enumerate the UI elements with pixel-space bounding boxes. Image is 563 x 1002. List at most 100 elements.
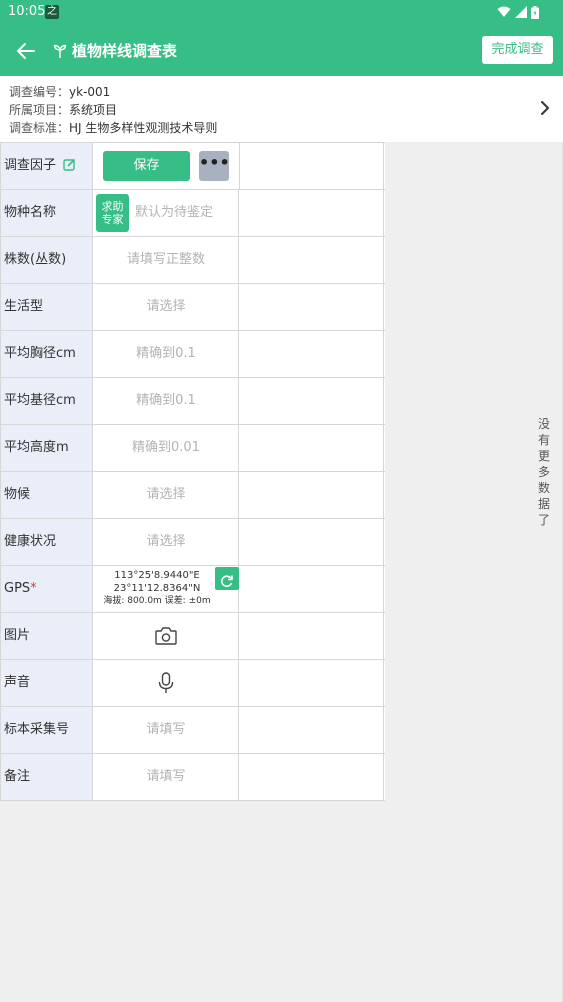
row-label: 标本采集号 [1, 707, 93, 753]
empty-cell [239, 613, 384, 659]
more-button[interactable]: ••• [199, 151, 230, 181]
project-label: 所属项目： [9, 103, 70, 117]
signal-icon [515, 6, 527, 18]
page-title: 植物样线调查表 [72, 42, 178, 60]
finish-survey-button[interactable]: 完成调查 [482, 36, 553, 64]
survey-info-panel[interactable]: 调查编号：yk-001 所属项目：系统项目 调查标准：HJ 生物多样性观测技术导… [0, 76, 563, 142]
table-row: 声音 [1, 660, 385, 707]
table-row: 物候 请选择 [1, 472, 385, 519]
table-row: 平均胸径cm 精确到0.1 [1, 331, 385, 378]
table-row: 健康状况 请选择 [1, 519, 385, 566]
row-label: 备注 [1, 754, 93, 800]
row-label: 图片 [1, 613, 93, 659]
gps-cell: 113°25'8.9440"E 23°11'12.8364"N 海拔: 800.… [94, 566, 239, 612]
no-more-data-char: 有 [537, 433, 550, 447]
row-label: 平均胸径cm [1, 331, 93, 377]
table-row: 图片 [1, 613, 385, 660]
plant-count-input[interactable]: 请填写正整数 [94, 237, 239, 283]
standard-line: 调查标准：HJ 生物多样性观测技术导则 [9, 119, 217, 136]
empty-cell [239, 284, 384, 330]
empty-cell [239, 472, 384, 518]
survey-code-label: 调查编号： [9, 85, 70, 99]
table-row: 备注 请填写 [1, 754, 385, 801]
remarks-input[interactable]: 请填写 [94, 754, 239, 800]
no-more-data-char: 更 [537, 449, 550, 463]
app-bar: 10:05 之 植物样线调查表 完成调查 [0, 0, 563, 76]
title-group: 植物样线调查表 [52, 40, 177, 61]
empty-cell [239, 707, 384, 753]
table-row: 平均基径cm 精确到0.1 [1, 378, 385, 425]
factor-actions-cell: 保存 ••• [94, 143, 239, 189]
gps-readout: 113°25'8.9440"E 23°11'12.8364"N 海拔: 800.… [94, 569, 220, 608]
species-name-input[interactable]: 默认为待鉴定 [135, 190, 213, 236]
factor-label: 调查因子 [4, 158, 57, 173]
table-row-factor: 调查因子 保存 ••• [1, 143, 385, 190]
gps-label: GPS [4, 581, 31, 596]
no-more-data-char: 多 [537, 465, 550, 479]
empty-cell [239, 566, 384, 612]
health-status-select[interactable]: 请选择 [94, 519, 239, 565]
project-line: 所属项目：系统项目 [9, 101, 117, 118]
table-row: 物种名称 求助 专家 默认为待鉴定 [1, 190, 385, 237]
row-label: 调查因子 [1, 143, 93, 189]
survey-table: 调查因子 保存 ••• 物种名称 求助专家 默认为待鉴定 株数(丛数) 请填写 [0, 142, 385, 801]
chevron-right-icon[interactable] [540, 101, 550, 115]
table-row: 平均高度m 精确到0.01 [1, 425, 385, 472]
standard-value: HJ 生物多样性观测技术导则 [69, 121, 218, 135]
row-label: 株数(丛数) [1, 237, 93, 283]
standard-label: 调查标准： [9, 121, 70, 135]
empty-cell [239, 660, 384, 706]
row-label: GPS* [1, 566, 93, 612]
empty-cell [239, 425, 384, 471]
photo-cell[interactable] [94, 613, 239, 659]
table-row: 标本采集号 请填写 [1, 707, 385, 754]
row-label: 物候 [1, 472, 93, 518]
audio-cell[interactable] [94, 660, 239, 706]
plant-icon [53, 44, 67, 58]
specimen-number-input[interactable]: 请填写 [94, 707, 239, 753]
empty-cell [239, 331, 384, 377]
height-input[interactable]: 精确到0.01 [94, 425, 239, 471]
app-frame: 10:05 之 植物样线调查表 完成调查 调查编号：yk-001 所属项目：系统… [0, 0, 563, 1002]
gps-longitude: 113°25'8.9440"E [114, 570, 200, 581]
back-arrow-icon[interactable] [14, 39, 38, 63]
phenology-select[interactable]: 请选择 [94, 472, 239, 518]
life-form-select[interactable]: 请选择 [94, 284, 239, 330]
gps-meta: 海拔: 800.0m 误差: ±0m [103, 596, 211, 606]
row-label: 声音 [1, 660, 93, 706]
ask-expert-label-2: 专家 [101, 213, 124, 226]
status-icons [497, 5, 539, 19]
table-row: 生活型 请选择 [1, 284, 385, 331]
no-more-data-char: 没 [537, 417, 550, 431]
row-label: 健康状况 [1, 519, 93, 565]
row-label: 物种名称 [1, 190, 93, 236]
gps-latitude: 23°11'12.8364"N [113, 583, 201, 594]
status-time: 10:05 [8, 4, 46, 19]
ask-expert-button[interactable]: 求助 专家 [96, 194, 129, 232]
save-button[interactable]: 保存 [103, 151, 190, 181]
dbh-input[interactable]: 精确到0.1 [94, 331, 239, 377]
empty-cell [239, 519, 384, 565]
gps-refresh-button[interactable] [215, 567, 239, 590]
row-label: 平均基径cm [1, 378, 93, 424]
battery-icon [531, 5, 539, 19]
no-more-data-char: 据 [537, 497, 550, 511]
survey-code-value: yk-001 [69, 85, 111, 99]
row-label: 生活型 [1, 284, 93, 330]
edit-icon[interactable] [63, 158, 76, 171]
table-row: 株数(丛数) 请填写正整数 [1, 237, 385, 284]
empty-cell [239, 190, 384, 236]
basal-diameter-input[interactable]: 精确到0.1 [94, 378, 239, 424]
ask-expert-label-1: 求助 [101, 200, 124, 213]
notification-icon: 之 [45, 5, 59, 19]
empty-cell [239, 237, 384, 283]
camera-icon[interactable] [154, 626, 178, 646]
required-mark: * [30, 581, 37, 596]
wifi-icon [497, 6, 511, 17]
microphone-icon[interactable] [157, 671, 175, 694]
project-value: 系统项目 [69, 103, 118, 117]
empty-cell [239, 378, 384, 424]
species-name-cell[interactable]: 求助 专家 默认为待鉴定 [94, 190, 239, 236]
empty-cell [239, 143, 384, 189]
no-more-data-note: 没 有 更 多 数 据 了 [535, 416, 553, 528]
